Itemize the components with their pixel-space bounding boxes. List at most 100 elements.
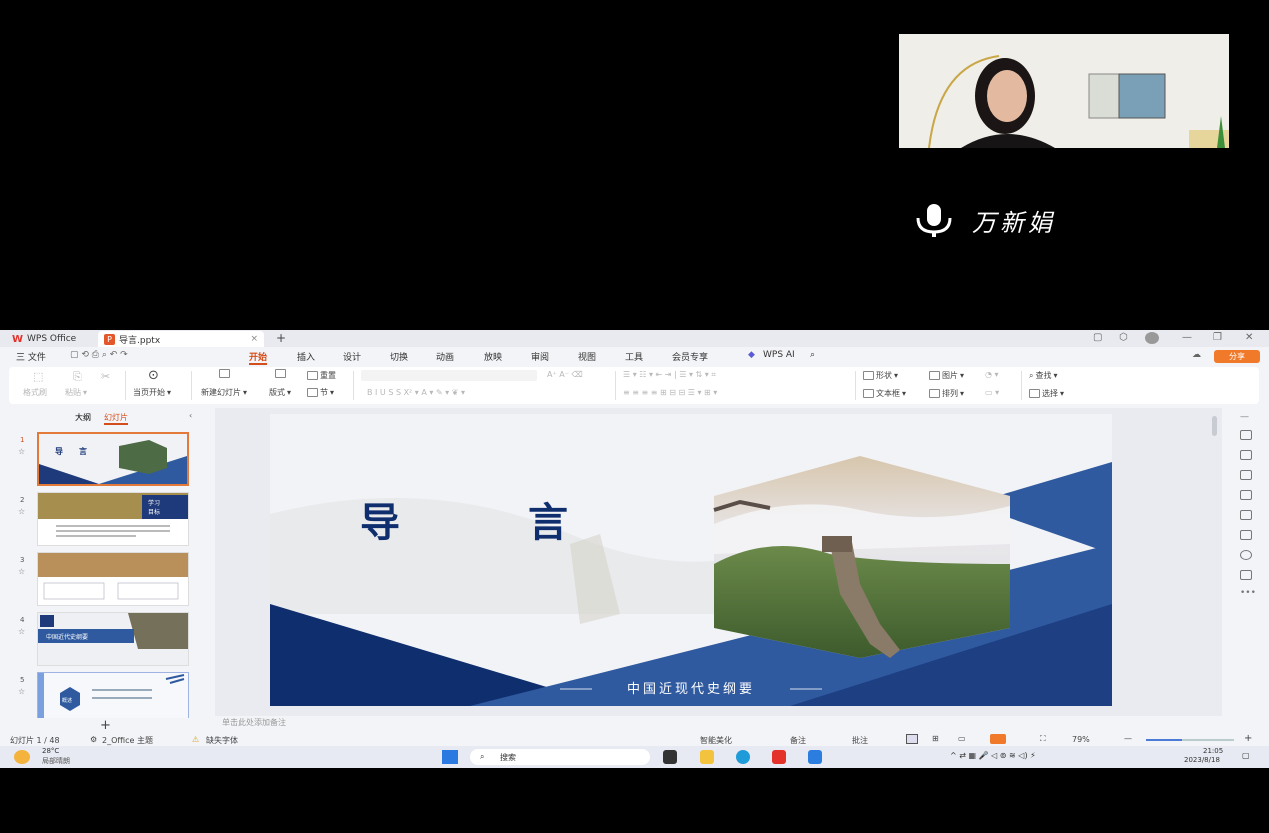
- textbox-button[interactable]: 文本框 ▾: [863, 388, 906, 399]
- shape-button[interactable]: 形状 ▾: [863, 370, 898, 381]
- close-window-icon[interactable]: ✕: [1245, 332, 1253, 343]
- fit-icon[interactable]: ⛶: [1040, 734, 1046, 744]
- menu-slideshow[interactable]: 放映: [484, 350, 502, 363]
- avatar[interactable]: [1145, 332, 1159, 344]
- tray-icons[interactable]: ^ ⇄ ▦ 🎤 ◁ ⊚ ≋ ◁) ⚡: [950, 751, 1036, 760]
- more-icon[interactable]: •••: [1240, 588, 1256, 598]
- notes-button[interactable]: 备注: [790, 735, 806, 746]
- notes-placeholder[interactable]: 单击此处添加备注: [222, 717, 286, 728]
- missing-font[interactable]: 缺失字体: [206, 735, 238, 746]
- picture-button[interactable]: 图片 ▾: [929, 370, 964, 381]
- menu-view[interactable]: 视图: [578, 350, 596, 363]
- font-name-dropdown[interactable]: [361, 370, 537, 381]
- slide-thumbnail-row[interactable]: 2 ☆ 学习 目标: [0, 492, 200, 548]
- menu-transitions[interactable]: 切换: [390, 350, 408, 363]
- vertical-scrollbar[interactable]: [1210, 408, 1220, 713]
- meeting-app-icon[interactable]: [808, 750, 822, 764]
- comments-button[interactable]: 批注: [852, 735, 868, 746]
- scroll-thumb[interactable]: [1212, 416, 1217, 436]
- task-view-icon[interactable]: [663, 750, 677, 764]
- cube-icon[interactable]: ⬡: [1119, 332, 1128, 343]
- slide-thumbnail-row[interactable]: 5 ☆ 概述: [0, 672, 200, 718]
- arrange-button[interactable]: 排列 ▾: [929, 388, 964, 399]
- layout-icon[interactable]: ▢: [1093, 332, 1102, 343]
- taskbar-search[interactable]: ⌕ 搜索: [470, 749, 650, 765]
- layout-button[interactable]: 版式 ▾: [269, 387, 291, 398]
- list-controls[interactable]: ☰ ▾ ☷ ▾ ⇤ ⇥ | ☰ ▾ ⇅ ▾ ⌗: [623, 370, 716, 380]
- share-button[interactable]: 分享: [1214, 350, 1260, 363]
- slide-thumbnail[interactable]: 中国近代史纲要: [37, 612, 189, 666]
- new-tab-button[interactable]: +: [276, 331, 286, 345]
- star-icon[interactable]: ☆: [18, 567, 25, 576]
- notification-icon[interactable]: ▢: [1242, 751, 1250, 760]
- reset-button[interactable]: 重置: [307, 370, 336, 381]
- format-painter-button[interactable]: 格式刷: [23, 387, 47, 398]
- menu-member[interactable]: 会员专享: [672, 350, 708, 363]
- slide-thumbnail-row[interactable]: 3 ☆: [0, 552, 200, 608]
- restore-icon[interactable]: ❐: [1213, 332, 1222, 343]
- zoom-slider[interactable]: [1146, 739, 1234, 741]
- slide-thumbnail[interactable]: 导 言: [37, 432, 189, 486]
- paste-button[interactable]: 粘贴 ▾: [65, 387, 87, 398]
- menu-wps-ai[interactable]: WPS AI: [763, 350, 795, 360]
- star-icon[interactable]: [1240, 450, 1252, 460]
- select-button[interactable]: 选择 ▾: [1029, 388, 1064, 399]
- menu-insert[interactable]: 插入: [297, 350, 315, 363]
- font-style-controls[interactable]: B I U S S X² ▾ A ▾ ✎ ▾ ❦ ▾: [367, 388, 465, 397]
- play-from-current-button[interactable]: 当页开始 ▾: [133, 387, 171, 398]
- book-icon[interactable]: [1240, 530, 1252, 540]
- edge-icon[interactable]: [736, 750, 750, 764]
- share-icon[interactable]: [1240, 570, 1252, 580]
- close-tab-icon[interactable]: ×: [250, 334, 258, 344]
- star-icon[interactable]: ☆: [18, 447, 25, 456]
- star-icon[interactable]: ☆: [18, 627, 25, 636]
- current-slide[interactable]: 导 言 中国近现代史纲要: [270, 414, 1112, 706]
- play-slideshow-button[interactable]: [990, 734, 1006, 744]
- slide-thumbnail[interactable]: [37, 552, 189, 606]
- properties-icon[interactable]: [1240, 430, 1252, 440]
- translate-icon[interactable]: [1240, 490, 1252, 500]
- file-explorer-icon[interactable]: [700, 750, 714, 764]
- cloud-icon[interactable]: ☁: [1192, 350, 1201, 360]
- menu-tools[interactable]: 工具: [625, 350, 643, 363]
- collapse-icon[interactable]: —: [1240, 412, 1249, 422]
- collapse-panel-icon[interactable]: ‹: [189, 411, 192, 420]
- menu-animations[interactable]: 动画: [436, 350, 454, 363]
- comment-icon[interactable]: [1240, 470, 1252, 480]
- star-icon[interactable]: ☆: [18, 687, 25, 696]
- menu-home[interactable]: 开始: [249, 350, 268, 365]
- reading-view-icon[interactable]: ▭: [958, 734, 966, 743]
- font-size-controls[interactable]: A⁺ A⁻ ⌫: [547, 370, 583, 379]
- tab-outline[interactable]: 大纲: [75, 412, 91, 423]
- smart-beautify-button[interactable]: 智能美化: [700, 735, 732, 746]
- zoom-out-icon[interactable]: —: [1124, 734, 1132, 743]
- star-icon[interactable]: ☆: [18, 507, 25, 516]
- wps-taskbar-icon[interactable]: [772, 750, 786, 764]
- tab-wps-office[interactable]: W WPS Office: [6, 331, 96, 347]
- add-slide-button[interactable]: +: [100, 718, 111, 733]
- tab-slides[interactable]: 幻灯片: [104, 412, 128, 425]
- new-slide-button[interactable]: 新建幻灯片 ▾: [201, 387, 247, 398]
- fill-color-dropdown[interactable]: ◔ ▾: [985, 370, 999, 379]
- help-icon[interactable]: [1240, 550, 1252, 560]
- find-button[interactable]: ⌕ 查找 ▾: [1029, 370, 1058, 381]
- tab-document[interactable]: P 导言.pptx ×: [98, 331, 264, 347]
- sorter-view-icon[interactable]: ⊞: [932, 734, 939, 743]
- weather-icon[interactable]: [14, 750, 30, 764]
- menu-design[interactable]: 设计: [343, 350, 361, 363]
- normal-view-icon[interactable]: [906, 734, 918, 744]
- paragraph-controls[interactable]: ≡ ≡ ≡ ≡ ⊞ ⊟ ⊟ ☰ ▾ ⊞ ▾: [623, 388, 717, 397]
- outline-dropdown[interactable]: ▭ ▾: [985, 388, 999, 397]
- slide-thumbnail[interactable]: 学习 目标: [37, 492, 189, 546]
- zoom-in-icon[interactable]: +: [1244, 733, 1252, 744]
- quick-access-icons[interactable]: ▢ ⟲ ⎙ ⌕ ↶ ↷: [70, 350, 128, 360]
- tools-icon[interactable]: [1240, 510, 1252, 520]
- slide-thumbnail[interactable]: 概述: [37, 672, 189, 718]
- slide-thumbnail-row[interactable]: 4 ☆ 中国近代史纲要: [0, 612, 200, 668]
- section-button[interactable]: 节 ▾: [307, 387, 334, 398]
- slide-thumbnail-row[interactable]: 1 ☆ 导 言: [0, 432, 200, 488]
- theme-name[interactable]: 2_Office 主题: [102, 735, 153, 746]
- start-icon[interactable]: [442, 750, 458, 764]
- search-icon[interactable]: ⌕: [810, 350, 815, 360]
- minimize-icon[interactable]: —: [1182, 332, 1192, 343]
